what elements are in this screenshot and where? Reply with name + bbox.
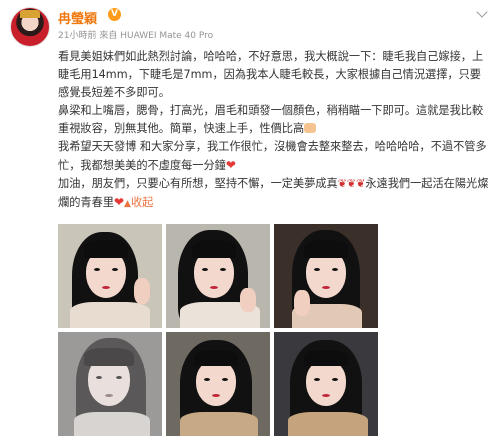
lips [210,286,218,289]
avatar[interactable] [10,7,50,47]
lips [102,286,110,289]
thumbs-up-icon [304,123,317,133]
collapse-label: 收起 [130,196,154,209]
photo-thumbnail[interactable] [166,224,270,328]
bangs [192,240,236,258]
face [306,360,346,406]
bangs [304,350,348,366]
fur-coat [288,412,368,436]
lips [212,394,220,397]
fur-coat [180,412,258,436]
eye [222,378,228,381]
username[interactable]: 冉瑩穎 [58,8,97,27]
rose-icon: ❦ [337,177,347,190]
rose-icon: ❦ [356,177,366,190]
bangs [194,350,238,366]
eye [314,268,320,271]
rose-icon: ❦ [346,177,357,190]
eye [202,268,208,271]
face [196,360,236,406]
photo-thumbnail[interactable] [274,224,378,328]
photo-thumbnail[interactable] [58,224,162,328]
heart-icon: ❤ [113,195,125,209]
eye [332,378,338,381]
lips [322,394,330,397]
bangs [84,240,128,258]
post-paragraph: 加油，朋友們，只要心有所想，堅持不懈，一定美夢成真❦❦❦永遠我們一起活在陽光燦爛… [58,175,490,213]
photo-thumbnail[interactable] [58,332,162,436]
post-time[interactable]: 21小時前 [58,31,96,41]
eye [332,268,338,271]
photo-grid [58,224,378,438]
hand [294,290,310,316]
bangs [304,240,348,258]
collapse-arrow-icon: ▲ [124,199,131,209]
post-paragraph: 鼻梁和上嘴唇，腮骨，打高光，眉毛和頭發一個顏色，稍稍瞄一下即可。這就是我比較重視… [58,102,490,138]
photo-thumbnail[interactable] [274,332,378,436]
vip-badge-icon: V [108,8,121,21]
eye [314,378,320,381]
eye [112,268,118,271]
eye [204,378,210,381]
eye [220,268,226,271]
eye [94,268,100,271]
lips [105,394,113,397]
post-paragraph: 看見美姐妹們如此熱烈討論，哈哈哈，不好意思，我大概說一下：睫毛我自己嫁接，上睫毛… [58,50,484,99]
collapse-link[interactable]: ▲收起 [124,196,153,209]
photo-thumbnail[interactable] [166,332,270,436]
eye [116,376,122,379]
heart-icon: ❤ [225,158,236,172]
bangs [84,348,134,366]
avatar-crown [20,10,40,18]
post-paragraph-text: 鼻梁和上嘴唇，腮骨，打高光，眉毛和頭發一個顏色，稍稍瞄一下即可。這就是我比較重視… [58,104,484,135]
lips [322,286,330,289]
hand [134,278,150,304]
eye [96,376,102,379]
hand [240,288,256,312]
post-meta: 21小時前 來自 HUAWEI Mate 40 Pro [58,28,213,41]
source-prefix: 來自 [99,31,118,41]
sweater [74,412,150,436]
post-paragraph-text: 我希望天天發博 和大家分享，我工作很忙，沒機會去整來整去，哈哈哈哈，不過不管多忙… [58,140,487,172]
post-paragraph: 我希望天天發博 和大家分享，我工作很忙，沒機會去整來整去，哈哈哈哈，不過不管多忙… [58,138,490,175]
chevron-down-icon[interactable] [476,6,488,18]
post-text: 看見美姐妹們如此熱烈討論，哈哈哈，不好意思，我大概說一下：睫毛我自己嫁接，上睫毛… [58,48,490,213]
sweater [70,302,150,328]
device-name: HUAWEI Mate 40 Pro [120,31,214,41]
post-paragraph-text: 加油，朋友們，只要心有所想，堅持不懈，一定美夢成真 [58,177,338,190]
